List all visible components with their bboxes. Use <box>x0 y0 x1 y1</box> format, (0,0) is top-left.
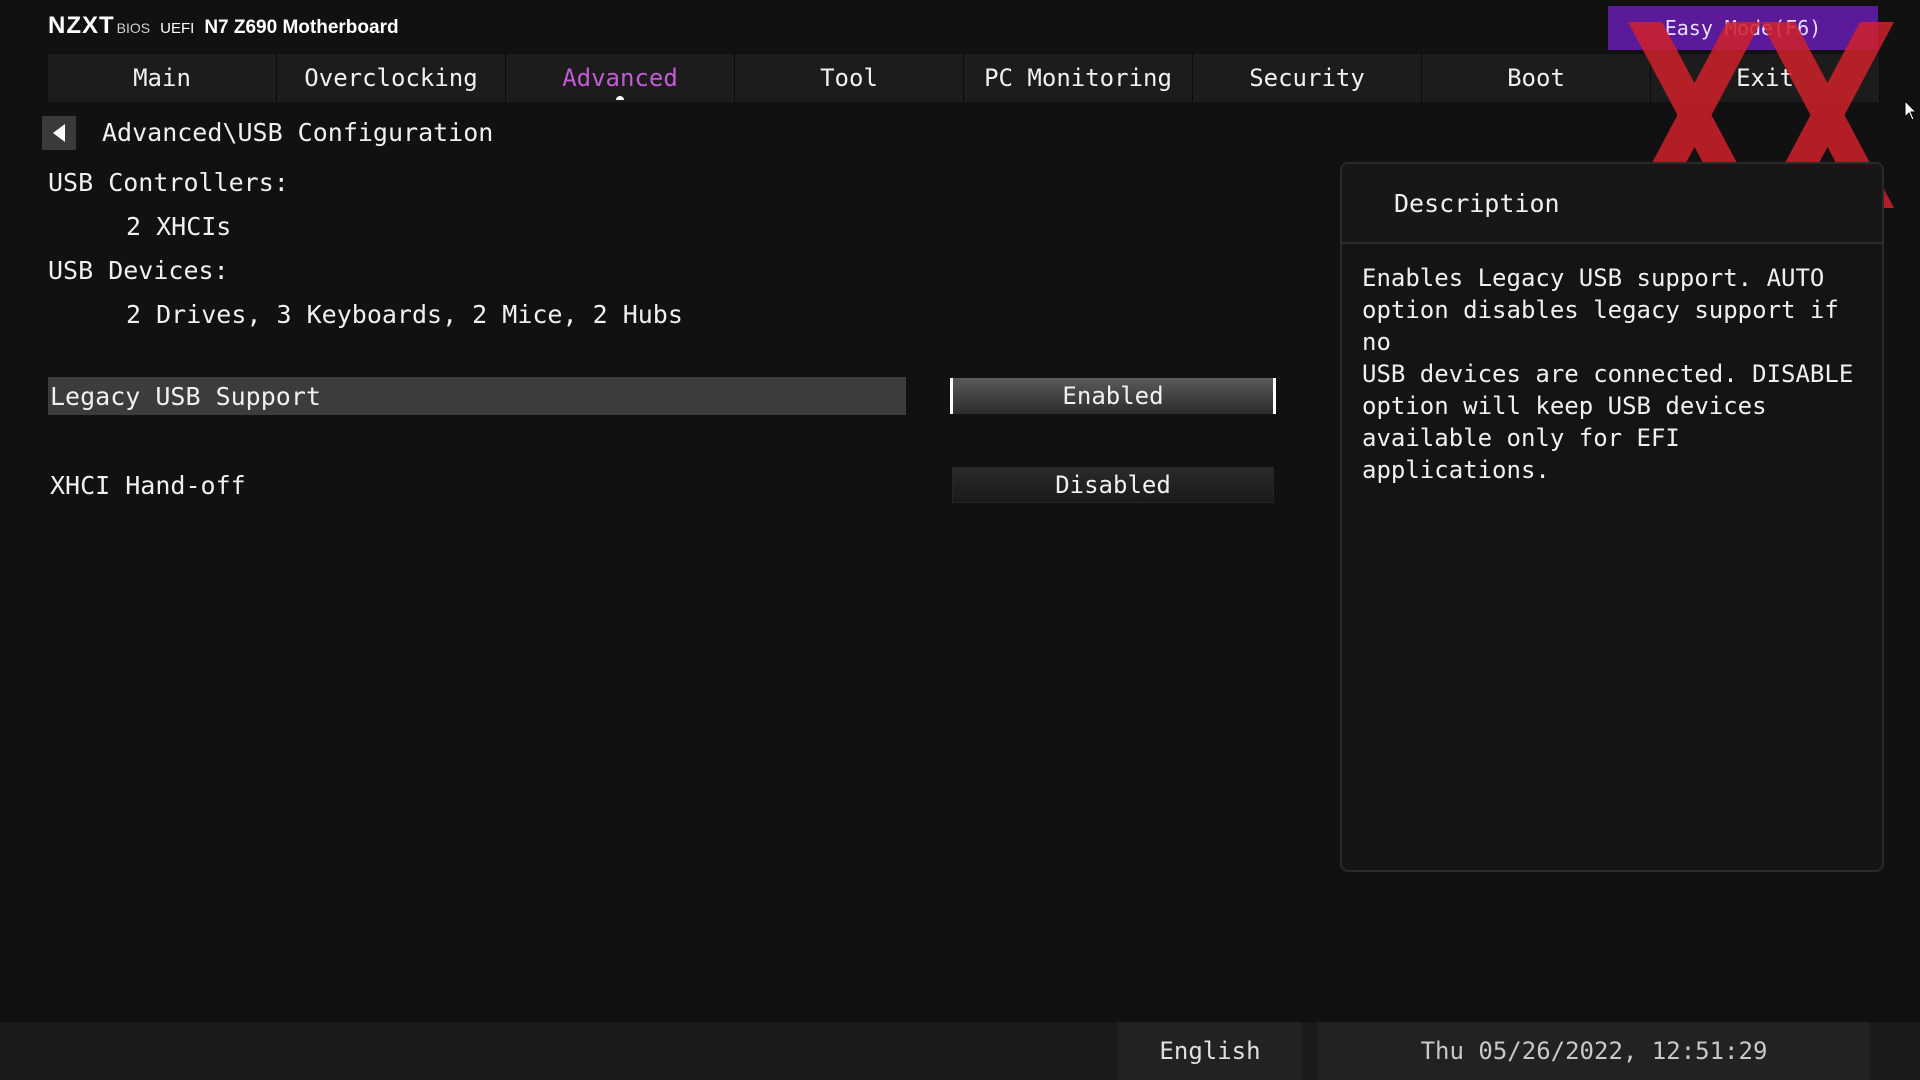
tab-advanced[interactable]: Advanced <box>506 54 735 102</box>
bios-screen: NZXT BIOS UEFI N7 Z690 Motherboard Easy … <box>0 0 1920 1080</box>
setting-legacy-usb-support[interactable]: Legacy USB Support <box>48 377 906 415</box>
setting-label: XHCI Hand-off <box>50 470 246 500</box>
tab-pc-monitoring[interactable]: PC Monitoring <box>964 54 1193 102</box>
datetime-display: Thu 05/26/2022, 12:51:29 <box>1318 1022 1870 1080</box>
description-text: Enables Legacy USB support. AUTO option … <box>1362 264 1854 484</box>
setting-xhci-hand-off[interactable]: XHCI Hand-off <box>48 466 906 504</box>
mouse-cursor-icon <box>1904 100 1918 121</box>
usb-controllers-label: USB Controllers: <box>48 168 289 197</box>
usb-devices-value: 2 Drives, 3 Keyboards, 2 Mice, 2 Hubs <box>126 300 683 329</box>
setting-label: Legacy USB Support <box>50 381 321 411</box>
usb-controllers-value: 2 XHCIs <box>126 212 232 241</box>
description-title: Description <box>1342 164 1882 244</box>
tab-boot[interactable]: Boot <box>1422 54 1651 102</box>
board-name: N7 Z690 Motherboard <box>204 17 399 38</box>
breadcrumb: Advanced\USB Configuration <box>102 118 494 147</box>
uefi-tag: UEFI <box>160 20 195 37</box>
xhci-hand-off-value-button[interactable]: Disabled <box>952 467 1274 503</box>
back-button[interactable] <box>42 116 76 150</box>
tab-overclocking[interactable]: Overclocking <box>277 54 506 102</box>
brand-logo: NZXT <box>48 12 115 39</box>
tab-exit[interactable]: Exit <box>1651 54 1880 102</box>
description-panel: Description Enables Legacy USB support. … <box>1340 162 1884 872</box>
triangle-left-icon <box>53 124 65 142</box>
bios-tag: BIOS <box>116 20 151 36</box>
tab-main[interactable]: Main <box>48 54 277 102</box>
usb-devices-label: USB Devices: <box>48 256 229 285</box>
language-selector[interactable]: English <box>1118 1022 1302 1080</box>
header: NZXT BIOS UEFI N7 Z690 Motherboard <box>48 12 399 42</box>
main-tabs: Main Overclocking Advanced Tool PC Monit… <box>48 54 1880 102</box>
tab-tool[interactable]: Tool <box>735 54 964 102</box>
easy-mode-button[interactable]: Easy Mode(F6) <box>1608 6 1878 50</box>
tab-security[interactable]: Security <box>1193 54 1422 102</box>
legacy-usb-support-value-button[interactable]: Enabled <box>950 378 1276 414</box>
